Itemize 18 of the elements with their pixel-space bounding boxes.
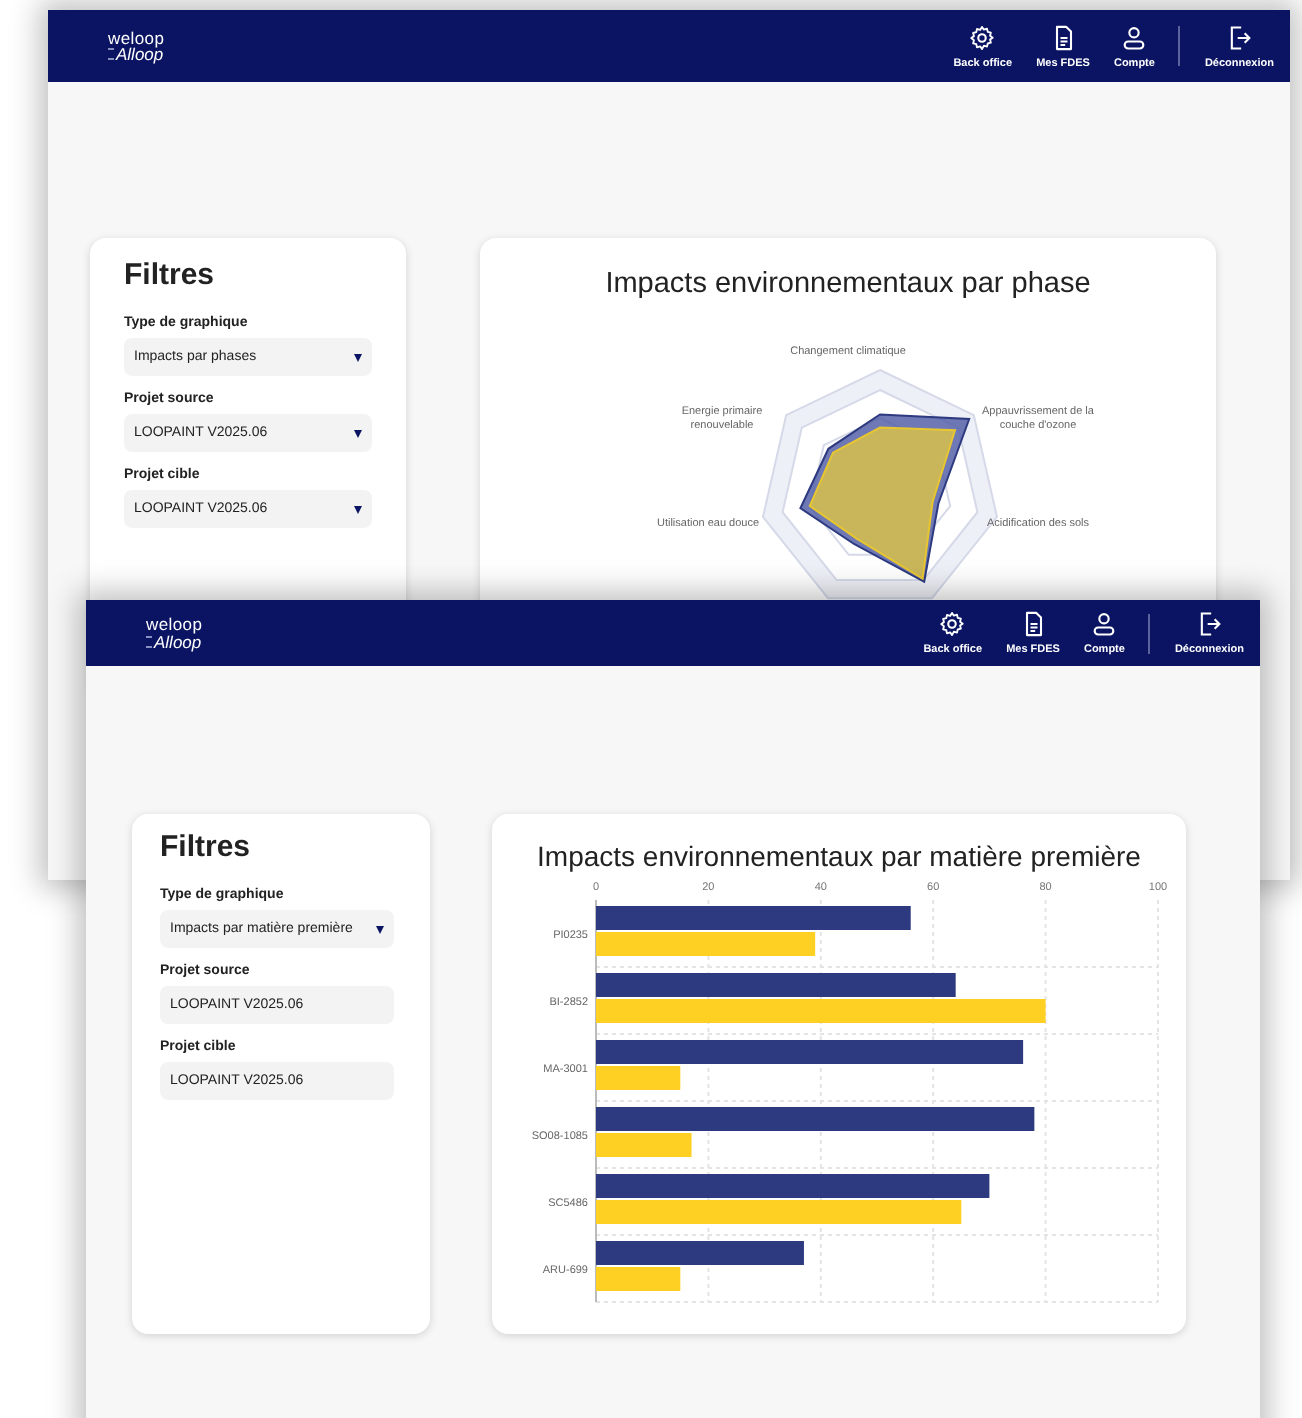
user-icon [1120,23,1149,51]
logout-icon [1195,610,1224,638]
settings-icon [938,610,967,638]
user-icon [1090,610,1119,638]
logo-text: weloop [146,616,203,633]
logo-text: weloop [108,29,165,46]
logout-icon [1225,23,1254,51]
caret-icon [354,505,362,513]
logo-text: Alloop [116,46,164,63]
caret-icon [376,925,384,933]
settings-icon [968,23,997,51]
filters-title: Filtres [124,258,217,292]
chart-title: Impacts environnementaux par matière première [535,838,1143,872]
chart-title: Impacts environnementaux par phase [603,266,1093,300]
caret-icon [354,353,362,361]
filters-title: Filtres [160,830,253,864]
logo-text: Alloop [154,633,202,650]
caret-icon [354,429,362,437]
